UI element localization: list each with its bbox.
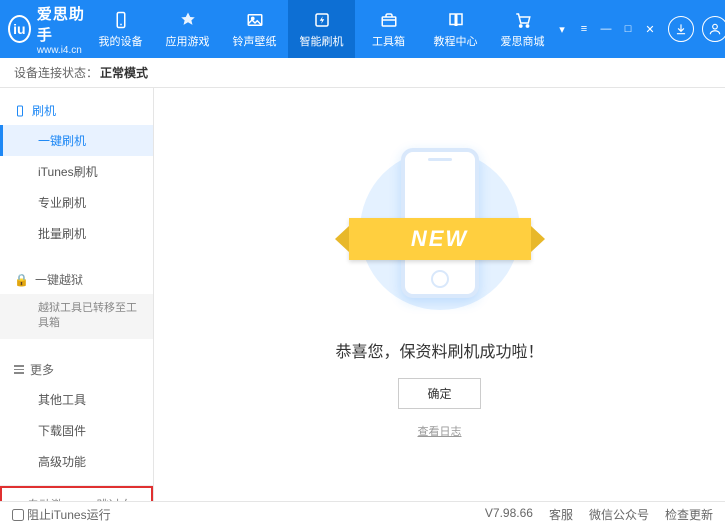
sidebar-item-advanced[interactable]: 高级功能	[0, 446, 153, 477]
nav-flash[interactable]: 智能刷机	[288, 0, 355, 58]
auto-activate-checkbox[interactable]: 自动激活	[12, 496, 72, 501]
status-label: 设备连接状态：	[14, 64, 98, 81]
version-label: V7.98.66	[485, 506, 533, 523]
logo-icon: iu	[8, 15, 31, 43]
nav-toolbox[interactable]: 工具箱	[355, 0, 422, 58]
success-message: 恭喜您，保资料刷机成功啦！	[335, 338, 543, 362]
window-controls: ▾ ≡ — □ ✕	[556, 23, 656, 35]
app-url: www.i4.cn	[37, 45, 87, 56]
nav-apps[interactable]: 应用游戏	[154, 0, 221, 58]
status-bar: 设备连接状态： 正常模式	[0, 58, 725, 88]
nav-tutorials[interactable]: 教程中心	[422, 0, 489, 58]
block-itunes-checkbox[interactable]: 阻止iTunes运行	[12, 506, 111, 523]
ok-button[interactable]: 确定	[398, 378, 480, 409]
nav-my-device[interactable]: 我的设备	[87, 0, 154, 58]
sidebar: 刷机 一键刷机 iTunes刷机 专业刷机 批量刷机 🔒 一键越狱 越狱工具已转…	[0, 88, 154, 501]
sidebar-section-jailbreak[interactable]: 🔒 一键越狱	[0, 265, 153, 294]
more-icon	[14, 365, 24, 374]
sidebar-jailbreak-note: 越狱工具已转移至工具箱	[0, 294, 153, 339]
skip-guide-checkbox[interactable]: 跳过向导	[82, 496, 142, 501]
sidebar-section-more[interactable]: 更多	[0, 355, 153, 384]
footer-update[interactable]: 检查更新	[665, 506, 713, 523]
cart-icon	[513, 10, 533, 30]
footer: 阻止iTunes运行 V7.98.66 客服 微信公众号 检查更新	[0, 501, 725, 527]
top-nav: 我的设备 应用游戏 铃声壁纸 智能刷机 工具箱 教程中心 爱思商城	[87, 0, 556, 58]
toolbox-icon	[379, 10, 399, 30]
user-button[interactable]	[702, 16, 725, 42]
sidebar-section-flash[interactable]: 刷机	[0, 96, 153, 125]
app-title: 爱思助手	[37, 3, 87, 45]
nav-store[interactable]: 爱思商城	[489, 0, 556, 58]
status-value: 正常模式	[100, 64, 148, 81]
image-icon	[245, 10, 265, 30]
phone-icon	[111, 10, 131, 30]
new-ribbon: NEW	[349, 218, 531, 260]
menu-icon[interactable]: ▾	[556, 23, 568, 35]
apps-icon	[178, 10, 198, 30]
options-icon[interactable]: ≡	[578, 23, 590, 35]
header: iu 爱思助手 www.i4.cn 我的设备 应用游戏 铃声壁纸 智能刷机 工具…	[0, 0, 725, 58]
success-illustration: NEW	[355, 140, 525, 320]
download-button[interactable]	[668, 16, 694, 42]
flash-icon	[312, 10, 332, 30]
nav-ringtones[interactable]: 铃声壁纸	[221, 0, 288, 58]
footer-support[interactable]: 客服	[549, 506, 573, 523]
sidebar-item-onekey-flash[interactable]: 一键刷机	[0, 125, 153, 156]
minimize-icon[interactable]: —	[600, 23, 612, 35]
header-right: ▾ ≡ — □ ✕	[556, 16, 725, 42]
main-content: NEW 恭喜您，保资料刷机成功啦！ 确定 查看日志	[154, 88, 725, 501]
sidebar-item-batch-flash[interactable]: 批量刷机	[0, 218, 153, 249]
sidebar-item-itunes-flash[interactable]: iTunes刷机	[0, 156, 153, 187]
phone-icon	[14, 105, 26, 117]
lock-icon: 🔒	[14, 273, 29, 287]
footer-wechat[interactable]: 微信公众号	[589, 506, 649, 523]
logo-area: iu 爱思助手 www.i4.cn	[8, 3, 87, 56]
close-icon[interactable]: ✕	[644, 23, 656, 35]
sidebar-item-other-tools[interactable]: 其他工具	[0, 384, 153, 415]
activation-options: 自动激活 跳过向导	[0, 486, 153, 501]
book-icon	[446, 10, 466, 30]
sidebar-item-download-firmware[interactable]: 下载固件	[0, 415, 153, 446]
sidebar-item-pro-flash[interactable]: 专业刷机	[0, 187, 153, 218]
view-log-link[interactable]: 查看日志	[418, 423, 462, 439]
maximize-icon[interactable]: □	[622, 23, 634, 35]
